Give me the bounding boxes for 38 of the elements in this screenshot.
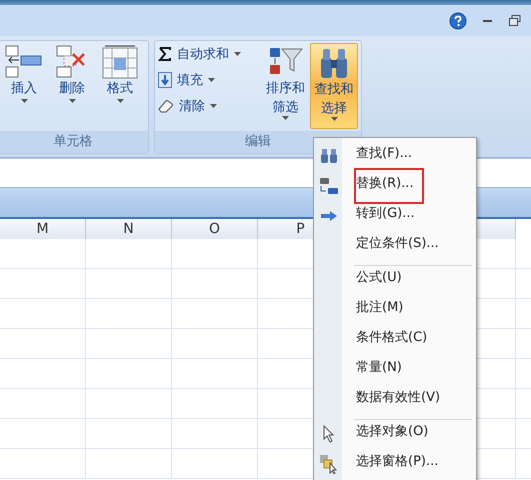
menu-item[interactable]: 数据有效性(V) xyxy=(314,385,476,415)
menu-item[interactable]: 批注(M) xyxy=(314,295,476,325)
ribbon-button-label: 插入 xyxy=(11,80,37,98)
ribbon-button[interactable]: 插入 xyxy=(1,43,47,129)
ribbon-button-label: 查找和 xyxy=(314,81,354,99)
menu-item[interactable]: 选择窗格(P)... xyxy=(314,449,476,479)
delete-cells-icon xyxy=(56,45,88,79)
column-header[interactable]: N xyxy=(86,219,172,239)
help-icon[interactable] xyxy=(449,12,467,30)
column-header[interactable]: O xyxy=(172,219,258,239)
sigma-icon xyxy=(158,47,172,61)
ribbon-small-button[interactable]: 自动求和 xyxy=(158,43,261,65)
eraser-icon xyxy=(158,99,174,113)
minimize-icon[interactable] xyxy=(483,18,493,22)
selection-pane-icon xyxy=(319,454,339,474)
ribbon-button[interactable]: 删除 xyxy=(49,43,95,129)
menu-item[interactable]: 常量(N) xyxy=(314,355,476,385)
ribbon-button-label: 选择 xyxy=(321,100,348,118)
ribbon-button-label: 排序和 xyxy=(266,80,306,98)
ribbon-button-label: 删除 xyxy=(59,80,85,98)
arrow-right-icon xyxy=(321,211,337,221)
ribbon-button[interactable]: 排序和 筛选 xyxy=(262,43,308,129)
pointer-icon xyxy=(323,425,335,443)
group-label: 单元格 xyxy=(0,131,148,153)
binoculars-icon xyxy=(320,149,338,163)
menu-item[interactable]: 条件格式(C) xyxy=(314,325,476,355)
ribbon-button-label: 格式 xyxy=(107,80,133,98)
column-header[interactable]: M xyxy=(0,219,86,239)
replace-icon xyxy=(319,176,339,196)
format-cells-icon xyxy=(102,45,138,79)
ribbon-button[interactable]: 查找和 选择 xyxy=(310,43,358,129)
ribbon-small-button[interactable]: 填充 xyxy=(158,69,261,91)
insert-cells-icon xyxy=(5,45,43,79)
fill-down-icon xyxy=(158,72,172,88)
restore-icon[interactable] xyxy=(509,15,521,26)
ribbon-small-button[interactable]: 清除 xyxy=(158,95,261,117)
ribbon-button[interactable]: 格式 xyxy=(97,43,143,129)
ribbon-button-label: 筛选 xyxy=(272,99,299,117)
